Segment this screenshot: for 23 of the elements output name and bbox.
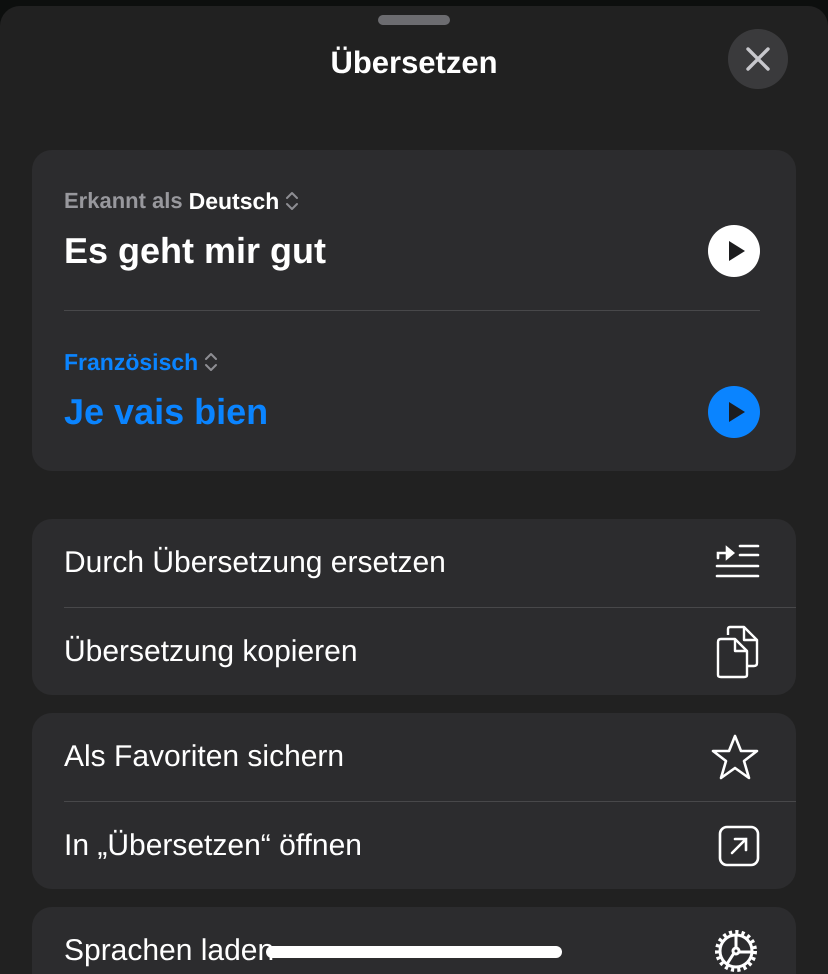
star-icon bbox=[710, 733, 760, 781]
target-language-picker[interactable]: Französisch bbox=[64, 348, 198, 376]
action-row[interactable]: Übersetzung kopieren bbox=[64, 607, 796, 695]
action-row[interactable]: Durch Übersetzung ersetzen bbox=[64, 519, 796, 607]
copy-icon bbox=[714, 624, 760, 678]
action-row[interactable]: In „Übersetzen“ öffnen bbox=[64, 801, 796, 889]
detected-language-label: Erkannt als bbox=[64, 188, 183, 214]
action-label: Übersetzung kopieren bbox=[64, 636, 358, 668]
gear-icon bbox=[712, 927, 760, 974]
action-label: Als Favoriten sichern bbox=[64, 741, 344, 773]
translated-text: Je vais bien bbox=[64, 391, 268, 433]
open-external-icon bbox=[718, 824, 760, 866]
close-icon bbox=[745, 46, 771, 72]
up-down-chevron-icon bbox=[204, 351, 218, 373]
play-icon[interactable] bbox=[708, 225, 760, 277]
action-label: In „Übersetzen“ öffnen bbox=[64, 830, 362, 862]
up-down-chevron-icon bbox=[285, 190, 300, 212]
source-text: Es geht mir gut bbox=[64, 230, 326, 272]
grabber-handle[interactable] bbox=[378, 15, 450, 25]
action-label: Durch Übersetzung ersetzen bbox=[64, 547, 446, 579]
source-language-picker[interactable]: Deutsch bbox=[188, 188, 280, 214]
sheet-title: Übersetzen bbox=[330, 44, 498, 80]
action-row[interactable]: Als Favoriten sichern bbox=[64, 713, 796, 801]
